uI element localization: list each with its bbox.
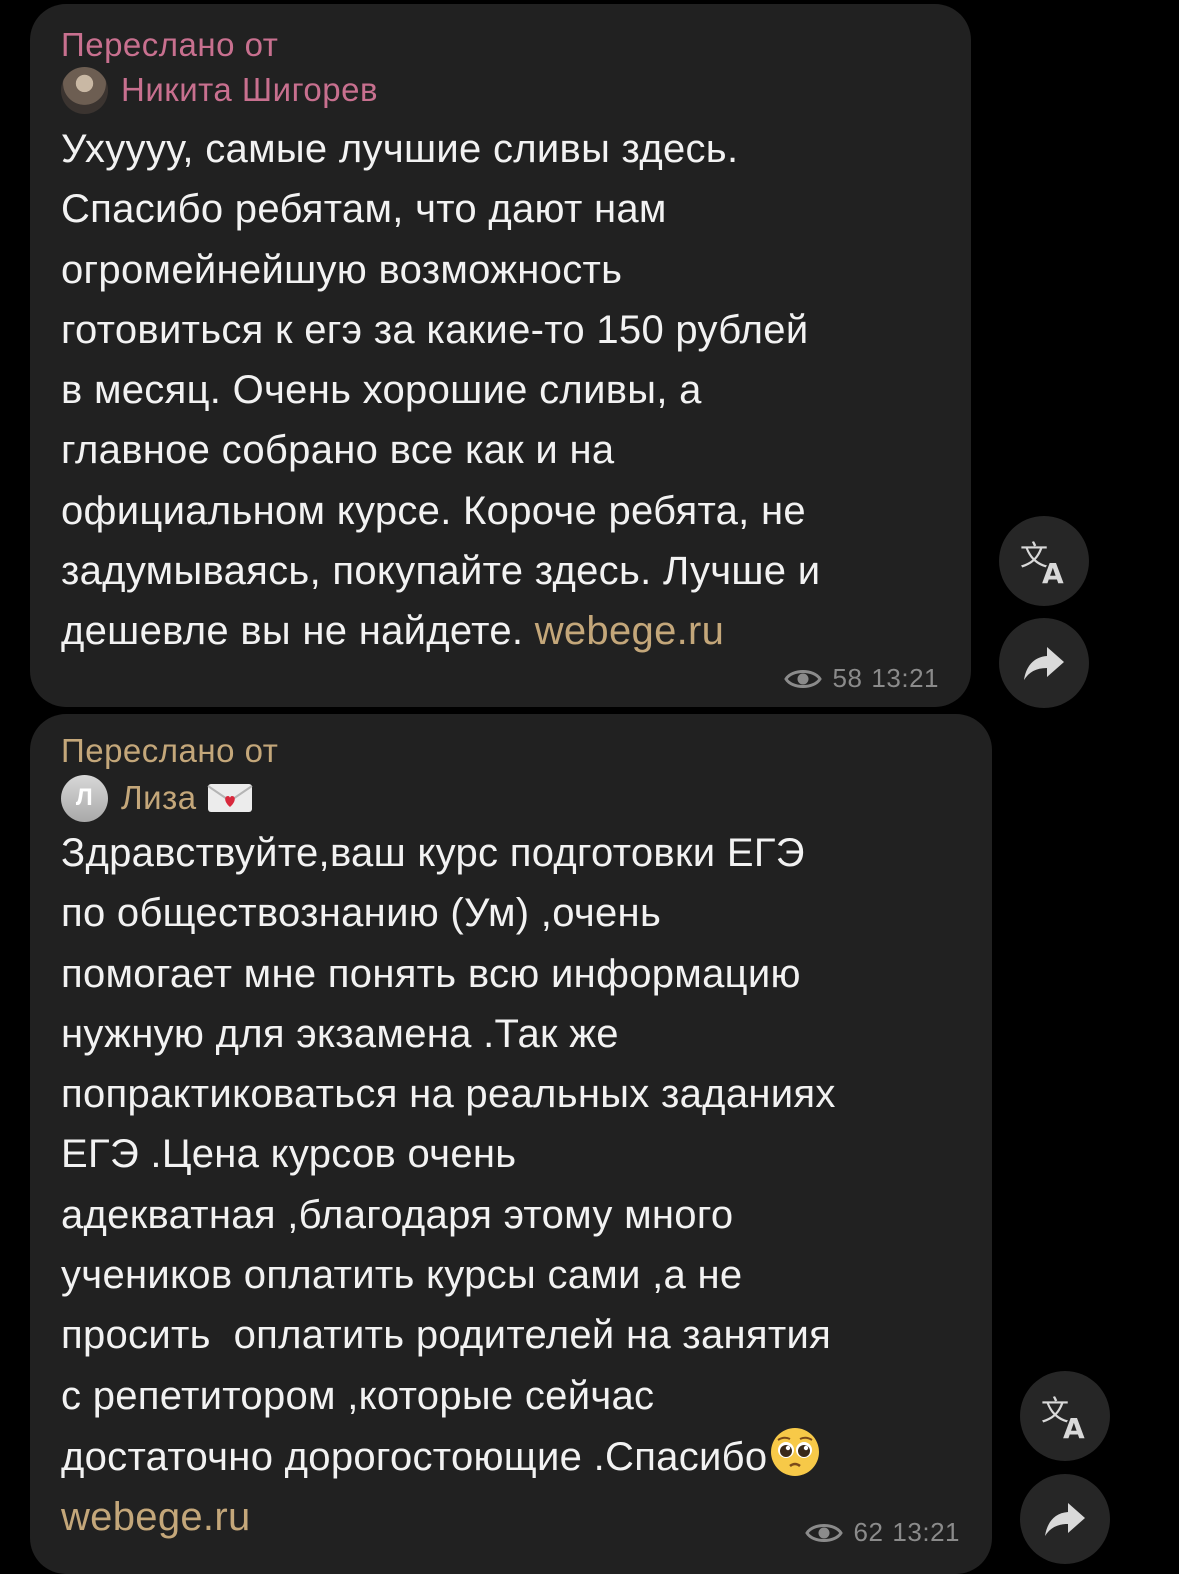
message-line: попрактиковаться на реальных заданиях [61, 1072, 836, 1117]
message-line: дешевле вы не найдете. [61, 609, 535, 654]
message-line: официальном курсе. Короче ребята, не [61, 488, 806, 533]
author-name[interactable]: Никита Шигорев [121, 71, 378, 109]
svg-text:A: A [1042, 557, 1064, 587]
avatar-letter: Л [75, 784, 94, 811]
message-line: с репетитором ,которые сейчас [61, 1373, 655, 1418]
view-count: 62 [853, 1517, 884, 1547]
message-bubble-2[interactable]: Переслано от Л Лиза Здравствуйте,ваш кур… [30, 714, 992, 1574]
message-line: Здравствуйте,ваш курс подготовки ЕГЭ [61, 831, 805, 875]
message-time: 13:21 [892, 1517, 960, 1547]
share-arrow-icon [1045, 1503, 1085, 1536]
translate-icon: 文 A [1041, 1394, 1085, 1442]
user-photo-icon[interactable] [61, 66, 108, 114]
forwarded-from-label: Переслано от [61, 732, 279, 769]
translate-icon: 文 A [1020, 539, 1064, 587]
message-line: Ухуууу, самые лучшие сливы здесь. [61, 127, 739, 171]
translate-button[interactable]: 文 A [1020, 1371, 1110, 1461]
share-button[interactable] [999, 618, 1089, 708]
message-meta: 62 13:21 [804, 1517, 961, 1548]
message-line: помогает мне понять всю информацию [61, 951, 801, 996]
message-line: достаточно дорогостоющие .Спасибо [61, 1434, 768, 1479]
message-line: ЕГЭ .Цена курсов очень [61, 1132, 517, 1177]
message-text: Здравствуйте,ваш курс подготовки ЕГЭ по … [61, 823, 836, 1548]
message-line: нужную для экзамена .Так же [61, 1011, 619, 1056]
forwarded-author[interactable]: Никита Шигорев [61, 66, 378, 114]
forwarded-from-label: Переслано от [61, 26, 279, 63]
share-arrow-icon [1024, 647, 1064, 680]
eye-icon [804, 1523, 843, 1542]
message-line: адекватная ,благодаря этому много [61, 1192, 734, 1237]
message-time: 13:21 [871, 663, 939, 693]
message-link[interactable]: webege.ru [535, 609, 725, 653]
eye-icon [783, 669, 822, 688]
message-bubble-1[interactable]: Переслано от Никита Шигорев Ухуууу, самы… [30, 4, 971, 707]
message-line: главное собрано все как и на [61, 428, 615, 473]
message-line: готовиться к егэ за какие-то 150 рублей [61, 307, 809, 352]
love-letter-icon [207, 784, 253, 812]
message-text: Ухуууу, самые лучшие сливы здесь. Спасиб… [61, 119, 820, 662]
author-name[interactable]: Лиза [121, 779, 197, 817]
message-line: Спасибо ребятам, что дают нам [61, 187, 667, 232]
message-line: задумываясь, покупайте здесь. Лучше и [61, 549, 821, 594]
forwarded-author[interactable]: Л Лиза [61, 774, 253, 822]
avatar[interactable]: Л [61, 774, 108, 822]
svg-text:A: A [1063, 1412, 1085, 1442]
message-meta: 58 13:21 [783, 663, 940, 694]
share-button[interactable] [1020, 1474, 1110, 1564]
pleading-face-icon [771, 1427, 820, 1476]
message-link[interactable]: webege.ru [61, 1495, 251, 1539]
message-line: учеников оплатить курсы сами ,а не [61, 1253, 743, 1298]
message-line: просить оплатить родителей на занятия [61, 1313, 832, 1358]
message-line: огромейнейшую возможность [61, 247, 623, 292]
translate-button[interactable]: 文 A [999, 516, 1089, 606]
view-count: 58 [832, 663, 863, 693]
message-line: по обществознанию (Ум) ,очень [61, 891, 662, 936]
message-line: в месяц. Очень хорошие сливы, а [61, 368, 702, 413]
